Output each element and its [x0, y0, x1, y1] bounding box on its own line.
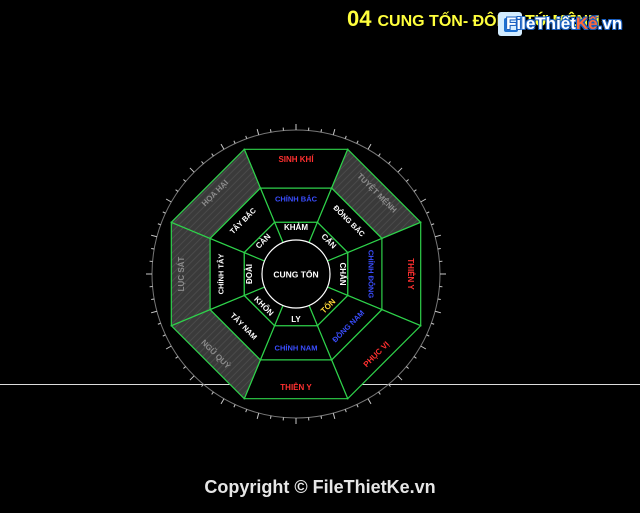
trigram-sector-label: CHẤN — [338, 262, 348, 285]
scale-tick — [332, 128, 336, 136]
scale-tick — [367, 143, 372, 150]
scale-tick — [165, 198, 172, 203]
scale-tick — [320, 415, 323, 419]
scale-tick — [431, 223, 435, 226]
scale-tick — [320, 129, 323, 133]
outer-sector — [243, 359, 349, 400]
scale-tick — [388, 161, 391, 165]
scale-tick — [269, 415, 272, 419]
center-label: CUNG TỐN — [273, 268, 318, 279]
outer-sector-label: THIÊN Y — [406, 258, 415, 290]
scale-tick — [356, 140, 359, 144]
trigram-sector-label: ĐOÀI — [245, 264, 254, 284]
outer-sector-label: LỤC SÁT — [177, 257, 186, 292]
scale-tick — [437, 247, 441, 250]
trigram-sector-label: KHẢM — [284, 223, 308, 232]
scale-tick — [150, 310, 158, 314]
scale-tick — [256, 128, 260, 136]
scale-tick — [183, 179, 187, 182]
scale-tick — [344, 135, 347, 139]
scale-tick — [189, 167, 195, 173]
direction-sector-label: CHÍNH NAM — [275, 343, 318, 352]
direction-sector-label: CHÍNH ĐÔNG — [367, 250, 376, 298]
scale-tick — [201, 383, 204, 387]
scale-tick — [211, 391, 214, 395]
scale-tick — [233, 404, 236, 408]
scale-tick — [175, 189, 179, 192]
scale-tick — [245, 135, 248, 139]
outer-sector-label: THIÊN Y — [280, 383, 312, 392]
scale-tick — [157, 223, 161, 226]
scale-tick — [420, 198, 427, 203]
scale-tick — [434, 310, 442, 314]
scale-tick — [165, 345, 172, 350]
scale-tick — [269, 129, 272, 133]
outer-sector-label: SINH KHÍ — [278, 155, 314, 164]
scale-tick — [151, 247, 155, 250]
scale-tick — [434, 234, 442, 238]
scale-tick — [378, 153, 381, 157]
scale-tick — [397, 167, 403, 173]
scale-tick — [437, 298, 441, 301]
scale-tick — [151, 298, 155, 301]
scale-tick — [413, 356, 417, 359]
scale-tick — [397, 375, 403, 381]
scale-tick — [157, 322, 161, 325]
scale-tick — [420, 345, 427, 350]
scale-tick — [189, 375, 195, 381]
scale-tick — [220, 143, 225, 150]
scale-tick — [201, 161, 204, 165]
scale-tick — [426, 211, 430, 214]
scale-tick — [367, 398, 372, 405]
scale-tick — [150, 234, 158, 238]
scale-tick — [175, 356, 179, 359]
direction-sector-label: CHÍNH TÂY — [216, 254, 225, 295]
scale-tick — [211, 153, 214, 157]
scale-tick — [344, 409, 347, 413]
scale-tick — [426, 334, 430, 337]
scale-tick — [405, 366, 409, 369]
scale-tick — [378, 391, 381, 395]
scale-tick — [413, 189, 417, 192]
scale-tick — [405, 179, 409, 182]
scale-tick — [220, 398, 225, 405]
scale-tick — [183, 366, 187, 369]
scale-tick — [388, 383, 391, 387]
bagua-compass-diagram: SINH KHÍTUYỆT MỆNHTHIÊN YPHỤC VỊTHIÊN YN… — [146, 124, 446, 424]
scale-tick — [256, 412, 260, 420]
scale-tick — [233, 140, 236, 144]
scale-tick — [431, 322, 435, 325]
scale-tick — [245, 409, 248, 413]
trigram-sector-label: LY — [291, 315, 301, 324]
copyright-text: Copyright © FileThietKe.vn — [204, 477, 436, 497]
scale-tick — [162, 334, 166, 337]
scale-tick — [162, 211, 166, 214]
direction-sector-label: CHÍNH BẮC — [275, 194, 318, 203]
scale-tick — [356, 404, 359, 408]
scale-tick — [332, 412, 336, 420]
